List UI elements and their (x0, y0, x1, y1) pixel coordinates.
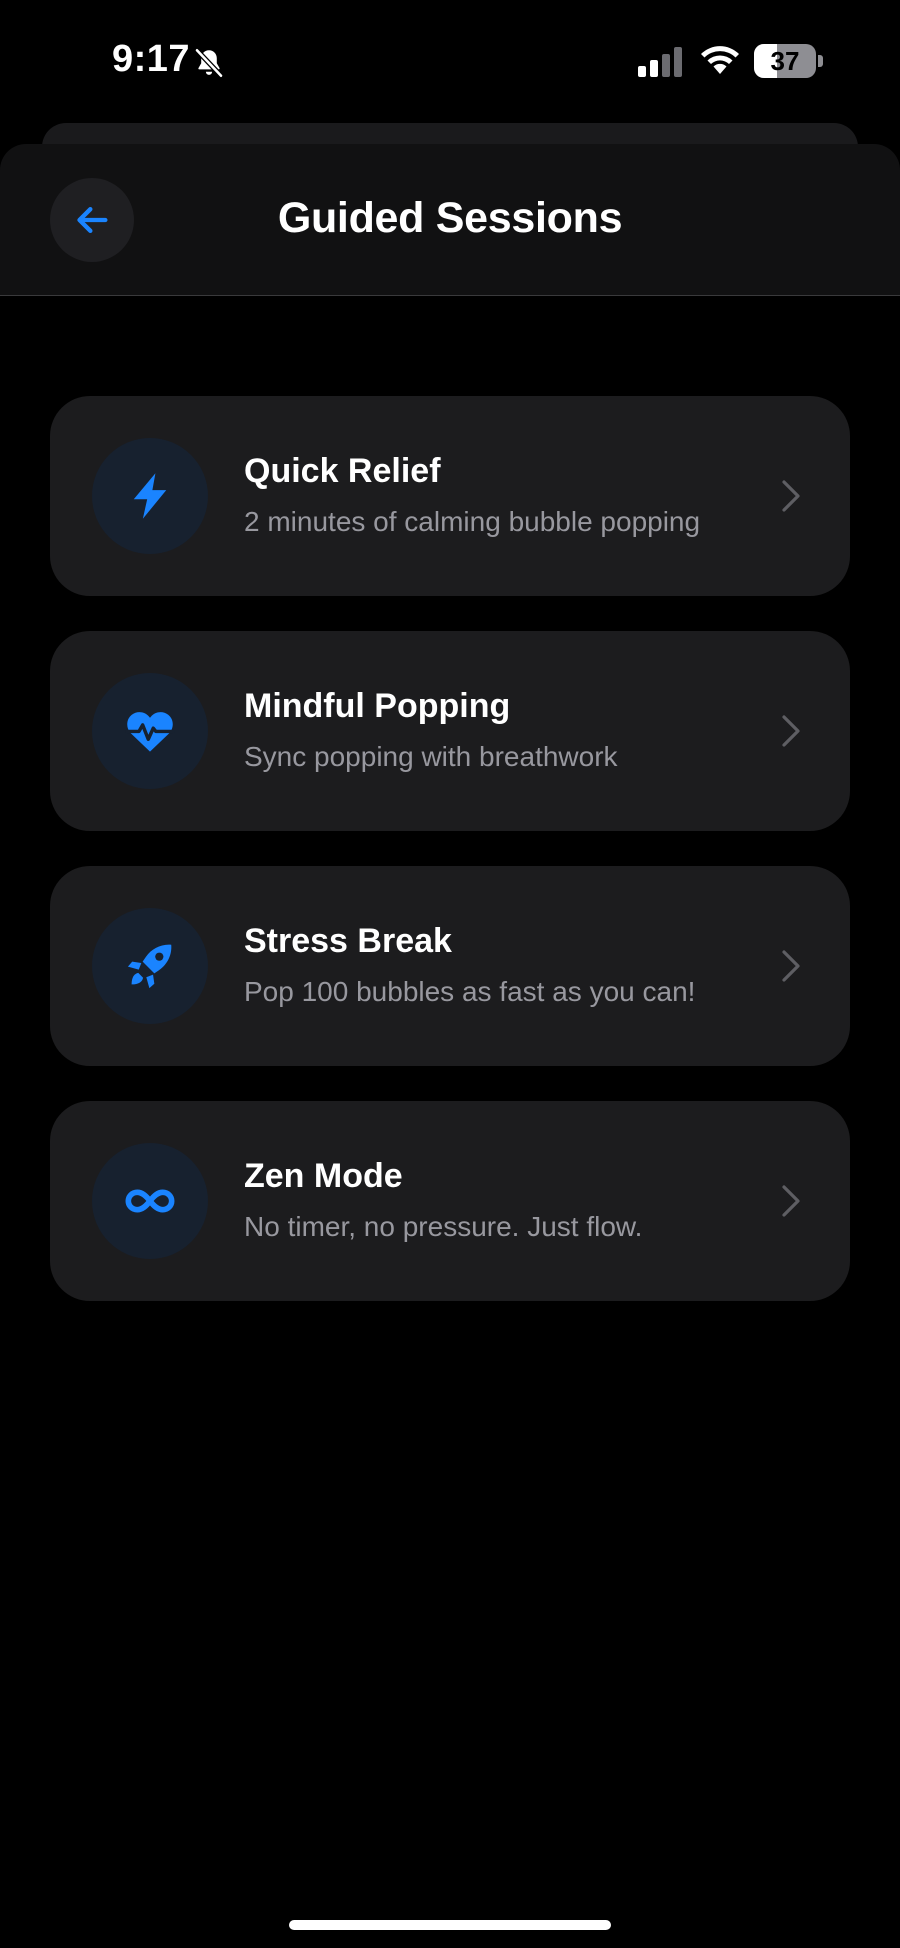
session-title: Mindful Popping (244, 687, 511, 725)
cellular-signal-icon (638, 47, 682, 77)
nav-header: Guided Sessions (0, 144, 900, 296)
session-icon-circle (92, 673, 208, 789)
session-icon-circle (92, 438, 208, 554)
lightning-bolt-icon (133, 473, 167, 519)
session-title: Quick Relief (244, 452, 441, 490)
status-time: 9:17 (112, 38, 191, 80)
session-card-mindful-popping[interactable]: Mindful Popping Sync popping with breath… (50, 631, 850, 831)
battery-cap (818, 55, 823, 67)
rocket-icon (127, 944, 172, 989)
session-subtitle: Pop 100 bubbles as fast as you can! (244, 976, 696, 1007)
infinity-icon (125, 1189, 175, 1213)
session-card-zen-mode[interactable]: Zen Mode No timer, no pressure. Just flo… (50, 1101, 850, 1301)
session-subtitle: No timer, no pressure. Just flow. (244, 1211, 643, 1242)
chevron-right-icon (782, 950, 800, 982)
chevron-right-icon (782, 1185, 800, 1217)
session-icon-circle (92, 1143, 208, 1259)
battery-icon: 37 (754, 44, 824, 78)
session-list: Quick Relief 2 minutes of calming bubble… (50, 396, 850, 1336)
session-card-stress-break[interactable]: Stress Break Pop 100 bubbles as fast as … (50, 866, 850, 1066)
session-subtitle: 2 minutes of calming bubble popping (244, 506, 701, 537)
bell-slash-icon (194, 47, 224, 79)
battery-body: 37 (754, 44, 816, 78)
heart-pulse-icon (125, 712, 175, 752)
session-icon-circle (92, 908, 208, 1024)
chevron-right-icon (782, 480, 800, 512)
wifi-icon (701, 46, 739, 74)
guided-sessions-screen: 9:17 37 Guided Sessions Quick Relief 2 m… (0, 0, 900, 1948)
session-card-quick-relief[interactable]: Quick Relief 2 minutes of calming bubble… (50, 396, 850, 596)
session-title: Stress Break (244, 922, 452, 960)
chevron-right-icon (782, 715, 800, 747)
session-title: Zen Mode (244, 1157, 403, 1195)
battery-level: 37 (770, 46, 800, 76)
status-bar: 9:17 37 (0, 0, 900, 120)
page-title: Guided Sessions (277, 194, 623, 242)
session-subtitle: Sync popping with breathwork (244, 741, 618, 772)
home-indicator[interactable] (289, 1920, 611, 1930)
